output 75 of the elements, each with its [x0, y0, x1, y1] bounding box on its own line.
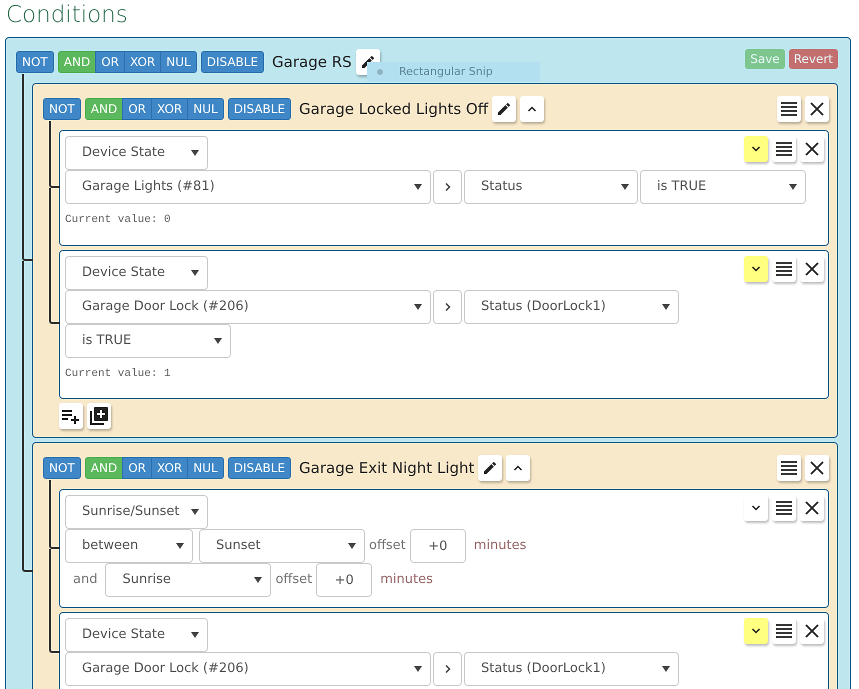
operator-button[interactable]: NOT [43, 98, 81, 120]
operator-button[interactable]: XOR [151, 457, 188, 479]
close-icon[interactable] [800, 495, 824, 521]
device-dropdown[interactable]: Garage Door Lock (#206) [65, 290, 431, 324]
operator-button[interactable]: DISABLE [200, 51, 264, 73]
unit-label: minutes [380, 571, 433, 590]
chevron-down-icon[interactable] [744, 256, 768, 282]
event-dropdown[interactable]: Sunrise [105, 563, 272, 597]
menu-icon[interactable] [772, 256, 796, 282]
current-value-text: Current value: 1 [65, 366, 172, 382]
collapse-icon[interactable] [506, 455, 530, 481]
rule-name: Garage RS [272, 52, 352, 73]
operator-button[interactable]: NUL [187, 98, 224, 120]
offset-field[interactable]: +0 [316, 563, 372, 597]
chevron-right-icon [442, 663, 452, 675]
offset-label: offset [275, 571, 312, 590]
tooltip-text: Rectangular Snip [399, 64, 493, 80]
condition-type-dropdown[interactable]: Device State [65, 618, 208, 652]
operator-button[interactable]: OR [122, 457, 152, 479]
condition-type-dropdown[interactable]: Sunrise/Sunset [65, 495, 208, 529]
close-icon[interactable] [800, 256, 824, 282]
comparison-dropdown[interactable]: is TRUE [640, 170, 806, 204]
operator-button[interactable]: XOR [151, 98, 188, 120]
group-name: Garage Locked Lights Off [299, 98, 488, 120]
chevron-right-icon [442, 181, 452, 193]
operator-button[interactable]: DISABLE [228, 98, 292, 120]
tree-connector [49, 121, 60, 188]
condition-type-dropdown[interactable]: Device State [65, 256, 208, 290]
menu-icon[interactable] [777, 96, 801, 122]
menu-icon[interactable] [772, 495, 796, 521]
operator-button[interactable]: NOT [16, 51, 54, 73]
add-group-icon[interactable] [87, 403, 111, 429]
attribute-dropdown[interactable]: Status (DoorLock1) [464, 290, 679, 324]
operator-button[interactable]: AND [58, 51, 96, 73]
page-title: Conditions [6, 1, 129, 30]
offset-label: offset [369, 537, 406, 556]
operator-button[interactable]: NOT [43, 457, 81, 479]
operator-button[interactable]: AND [84, 457, 124, 479]
range-dropdown[interactable]: between [65, 529, 193, 563]
event-dropdown[interactable]: Sunset [199, 529, 365, 563]
and-label: and [73, 571, 98, 590]
close-icon[interactable] [800, 136, 824, 162]
attribute-dropdown[interactable]: Status (DoorLock1) [464, 652, 679, 686]
comparison-dropdown[interactable]: is TRUE [65, 324, 231, 358]
add-condition-icon[interactable] [59, 403, 83, 429]
offset-field[interactable]: +0 [410, 529, 466, 563]
edit-icon[interactable] [492, 96, 516, 122]
operator-button[interactable]: XOR [124, 51, 162, 73]
group-name: Garage Exit Night Light [299, 458, 474, 479]
chevron-right-icon [442, 300, 452, 312]
attribute-dropdown[interactable]: Status [464, 170, 638, 204]
unit-label: minutes [474, 537, 526, 556]
chevron-down-icon[interactable] [744, 618, 768, 644]
chevron-down-icon[interactable] [744, 495, 768, 521]
chevron-down-icon[interactable] [744, 136, 768, 162]
operator-button[interactable]: NUL [187, 457, 224, 479]
device-dropdown[interactable]: Garage Lights (#81) [65, 170, 431, 204]
edit-icon[interactable] [478, 455, 502, 481]
current-value-text: Current value: 0 [65, 213, 172, 228]
operator-button[interactable]: OR [122, 98, 152, 120]
device-dropdown[interactable]: Garage Door Lock (#206) [65, 652, 431, 686]
operator-button[interactable]: DISABLE [228, 457, 292, 479]
bullet-icon [377, 69, 383, 75]
collapse-icon[interactable] [520, 96, 544, 122]
operator-button[interactable]: OR [95, 51, 125, 73]
condition-type-dropdown[interactable]: Device State [65, 136, 208, 170]
close-icon[interactable] [805, 455, 829, 481]
close-icon[interactable] [800, 618, 824, 644]
operator-button[interactable]: AND [84, 98, 124, 120]
menu-icon[interactable] [777, 455, 801, 481]
operator-button[interactable]: NUL [160, 51, 197, 73]
tree-connector [49, 480, 60, 548]
menu-icon[interactable] [772, 136, 796, 162]
close-icon[interactable] [805, 96, 829, 122]
menu-icon[interactable] [772, 618, 796, 644]
